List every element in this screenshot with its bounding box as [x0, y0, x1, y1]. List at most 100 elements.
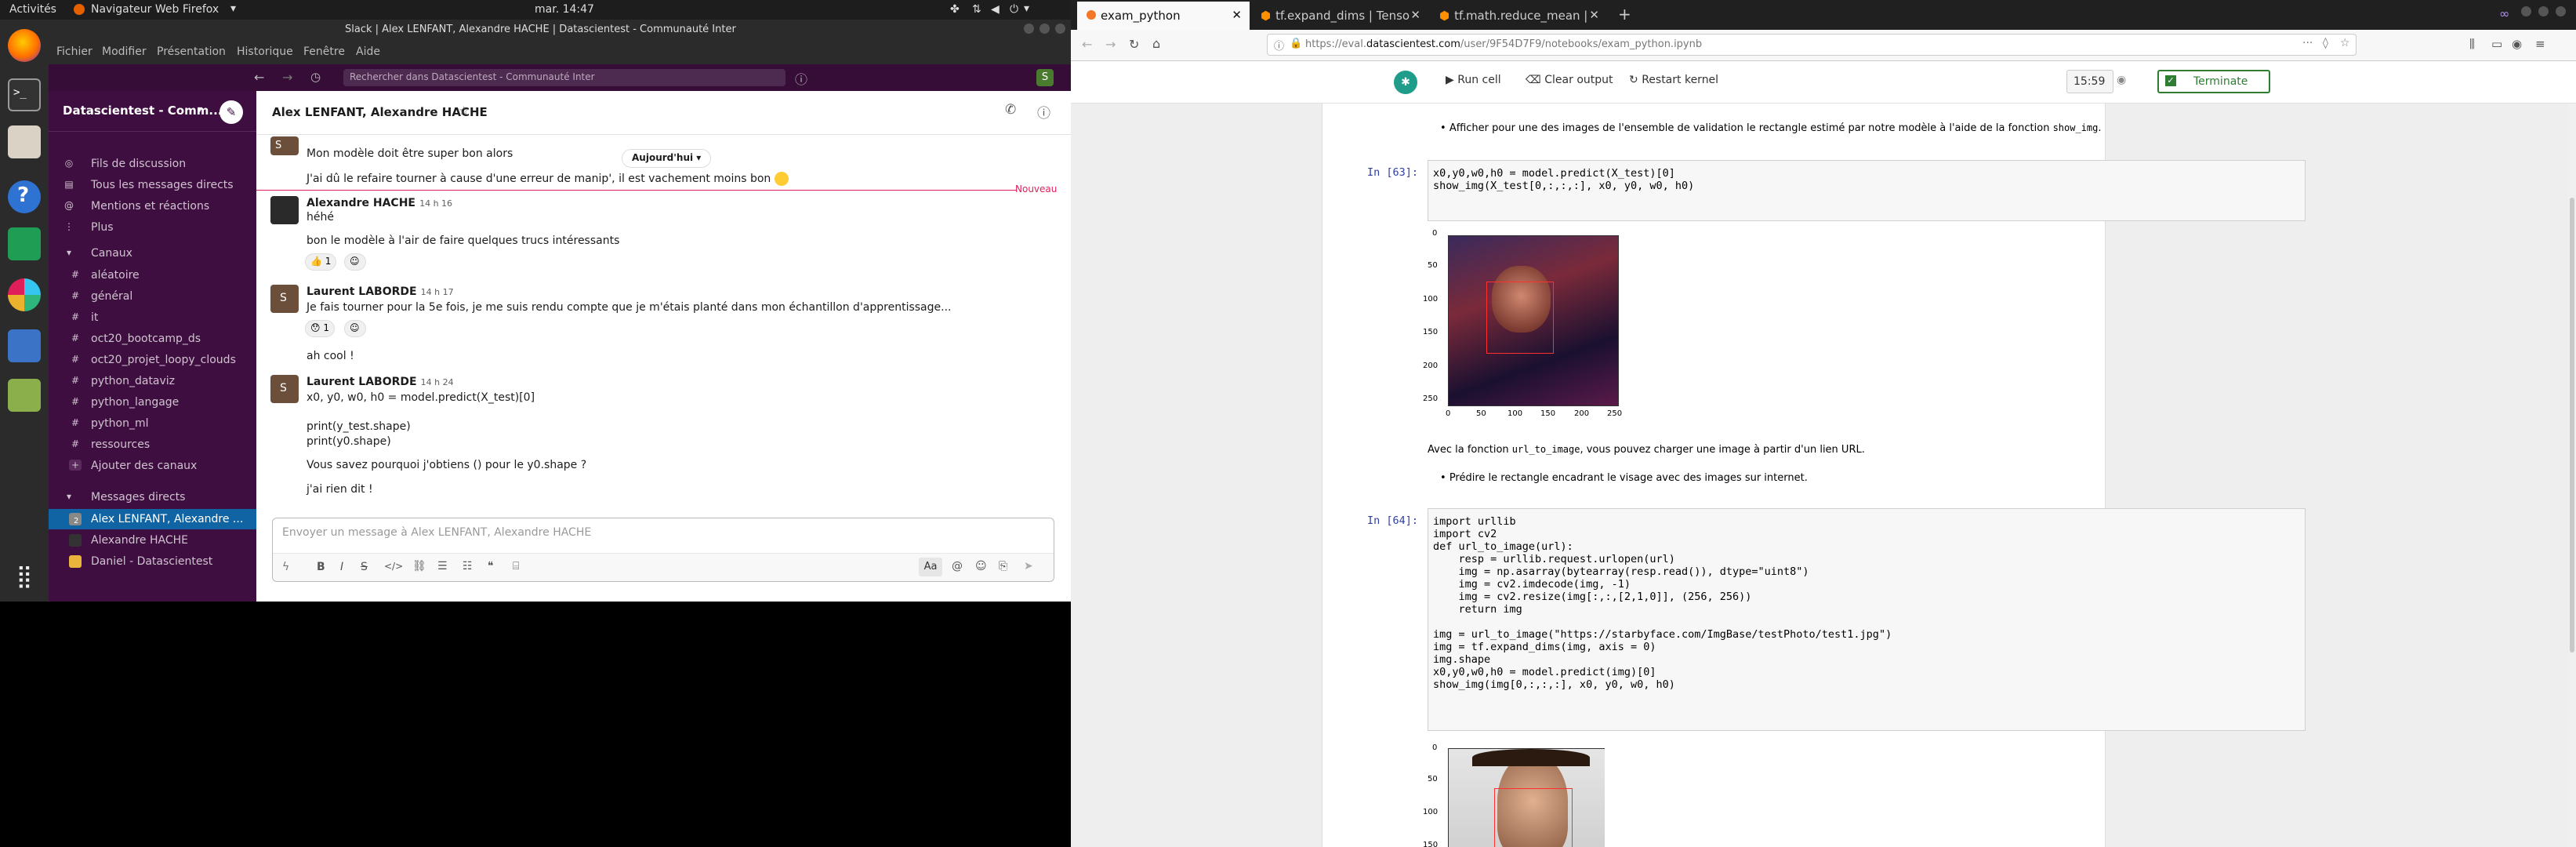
minimize-icon[interactable] [1024, 24, 1034, 34]
avatar[interactable]: S [270, 285, 299, 313]
volume-icon[interactable]: ◀ [991, 3, 1000, 16]
channel-oct20-bootcamp[interactable]: # oct20_bootcamp_ds [49, 329, 256, 349]
help-icon[interactable]: ⓘ [795, 69, 807, 88]
forward-arrow-icon[interactable]: → [1105, 37, 1116, 52]
page-actions-icon[interactable]: ··· [2302, 37, 2313, 49]
terminate-button[interactable]: ✓ Terminate [2157, 70, 2270, 93]
channel-general[interactable]: # général [49, 286, 256, 307]
quote-icon[interactable]: ❝ [488, 560, 494, 573]
close-icon[interactable] [1055, 24, 1065, 34]
sidebar-item-more[interactable]: ⋮ Plus [49, 217, 256, 238]
reader-view-icon[interactable]: ▭ [2491, 37, 2502, 51]
network-icon[interactable]: ⇅ [972, 3, 981, 16]
channel-python-dataviz[interactable]: # python_dataviz [49, 371, 256, 391]
image-viewer-dock-icon[interactable] [8, 379, 41, 412]
emoji-icon[interactable]: ☺ [975, 560, 987, 573]
maximize-icon[interactable] [2538, 6, 2549, 16]
message-composer[interactable]: Envoyer un message à Alex LENFANT, Alexa… [272, 518, 1054, 582]
bookmark-star-icon[interactable]: ☆ [2340, 37, 2350, 49]
channel-aleatoire[interactable]: # aléatoire [49, 265, 256, 285]
help-dock-icon[interactable]: ? [8, 180, 41, 213]
app-menu[interactable]: Navigateur Web Firefox [91, 3, 219, 16]
new-tab-icon[interactable]: + [1618, 5, 1631, 24]
phone-icon[interactable]: ✆ [1005, 102, 1016, 118]
close-icon[interactable] [2556, 6, 2566, 16]
tab-reduce-mean[interactable]: ⬢ tf.math.reduce_mean | ✕ [1430, 2, 1607, 30]
user-avatar[interactable]: S [1036, 69, 1054, 86]
eye-icon[interactable]: ◉ [2117, 74, 2126, 86]
dm-item-daniel[interactable]: Daniel - Datascientest [49, 551, 256, 572]
channel-python-ml[interactable]: # python_ml [49, 413, 256, 434]
avatar[interactable] [270, 196, 299, 224]
author-name[interactable]: Laurent LABORDE [307, 285, 417, 298]
menu-historique[interactable]: Historique [237, 45, 293, 58]
restart-kernel-button[interactable]: ↻ Restart kernel [1629, 74, 1718, 86]
add-channels-button[interactable]: + Ajouter des canaux [49, 456, 256, 476]
channel-python-langage[interactable]: # python_langage [49, 392, 256, 413]
strikethrough-icon[interactable]: S [361, 561, 368, 573]
search-input[interactable]: Rechercher dans Datascientest - Communau… [343, 69, 785, 86]
format-toggle-button[interactable]: Aa [919, 558, 942, 576]
dm-item-alexandre[interactable]: Alexandre HACHE [49, 530, 256, 551]
timestamp[interactable]: 14 h 17 [421, 287, 454, 297]
mention-icon[interactable]: @ [952, 560, 963, 573]
sidebar-item-all-dms[interactable]: ▤ Tous les messages directs [49, 175, 256, 195]
ordered-list-icon[interactable]: ☰ [437, 560, 448, 573]
channel-oct20-projet[interactable]: # oct20_projet_loopy_clouds [49, 350, 256, 370]
workspace-header[interactable]: Datascientest - Comm... ▾ ✎ [49, 91, 256, 132]
attach-icon[interactable]: ⎘ [999, 560, 1007, 573]
terminal-dock-icon[interactable]: >_ [8, 78, 41, 111]
sidebar-item-mentions[interactable]: @ Mentions et réactions [49, 196, 256, 216]
tab-exam-python[interactable]: exam_python ✕ [1077, 2, 1250, 30]
sidebar-item-threads[interactable]: ◎ Fils de discussion [49, 154, 256, 174]
date-pill[interactable]: Aujourd'hui ▾ [622, 149, 712, 168]
forward-arrow-icon[interactable]: → [282, 70, 292, 85]
send-icon[interactable]: ➤ [1024, 560, 1033, 573]
show-applications-icon[interactable]: ⣿ [8, 561, 41, 594]
timestamp[interactable]: 14 h 24 [421, 377, 454, 387]
clear-output-button[interactable]: ⌫ Clear output [1526, 74, 1613, 86]
scrollbar-thumb[interactable] [2570, 198, 2574, 653]
author-name[interactable]: Laurent LABORDE [307, 376, 417, 388]
menu-presentation[interactable]: Présentation [157, 45, 226, 58]
tab-close-icon[interactable]: ✕ [1410, 8, 1420, 22]
text-editor-dock-icon[interactable] [8, 329, 41, 362]
code-cell[interactable]: x0,y0,w0,h0 = model.predict(X_test)[0] s… [1428, 160, 2306, 221]
hamburger-menu-icon[interactable]: ≡ [2535, 37, 2545, 51]
bold-icon[interactable]: B [317, 561, 325, 573]
tab-expand-dims[interactable]: ⬢ tf.expand_dims | Tenso ✕ [1251, 2, 1428, 30]
reload-icon[interactable]: ↻ [1129, 37, 1139, 52]
account-icon[interactable]: ◉ [2512, 37, 2522, 51]
slack-dock-icon[interactable] [8, 278, 41, 311]
page-scrollbar[interactable] [2568, 104, 2576, 847]
lightning-icon[interactable]: ϟ [282, 561, 289, 573]
power-icon[interactable]: ⏻ [1010, 3, 1018, 16]
dm-item-group[interactable]: 2 Alex LENFANT, Alexandre ... [49, 509, 256, 529]
library-icon[interactable]: ⫼ [2469, 37, 2475, 51]
menu-aide[interactable]: Aide [356, 45, 380, 58]
code-icon[interactable]: </> [384, 561, 403, 572]
star-icon[interactable]: ☆ [459, 104, 469, 118]
menu-fenetre[interactable]: Fenêtre [303, 45, 345, 58]
home-icon[interactable]: ⌂ [1152, 36, 1160, 51]
dm-section-header[interactable]: ▾ Messages directs [49, 487, 256, 507]
url-bar[interactable]: ⓘ 🔒 https://eval.datascientest.com/user/… [1267, 34, 2356, 56]
maximize-icon[interactable] [1039, 24, 1050, 34]
channel-it[interactable]: # it [49, 307, 256, 328]
minimize-icon[interactable] [2521, 6, 2531, 16]
code-block-icon[interactable]: ⌸ [513, 560, 519, 573]
spreadsheet-dock-icon[interactable] [8, 227, 41, 260]
reaction-thumbs-up[interactable]: 👍 1 [305, 253, 337, 271]
clock[interactable]: mar. 14:47 [535, 3, 594, 16]
tab-close-icon[interactable]: ✕ [1589, 8, 1599, 22]
back-arrow-icon[interactable]: ← [1082, 37, 1092, 52]
dropbox-icon[interactable]: ✤ [950, 3, 960, 16]
lock-icon[interactable]: 🔒 [1290, 38, 1302, 49]
code-cell[interactable]: import urllib import cv2 def url_to_image(… [1428, 508, 2306, 731]
menu-modifier[interactable]: Modifier [102, 45, 147, 58]
files-dock-icon[interactable] [8, 125, 41, 158]
reaction-emoji[interactable]: 😯 1 [305, 320, 335, 337]
history-icon[interactable]: ◷ [310, 70, 321, 84]
system-menu-arrow-icon[interactable]: ▾ [1024, 2, 1029, 15]
site-info-icon[interactable]: ⓘ [1274, 38, 1284, 53]
